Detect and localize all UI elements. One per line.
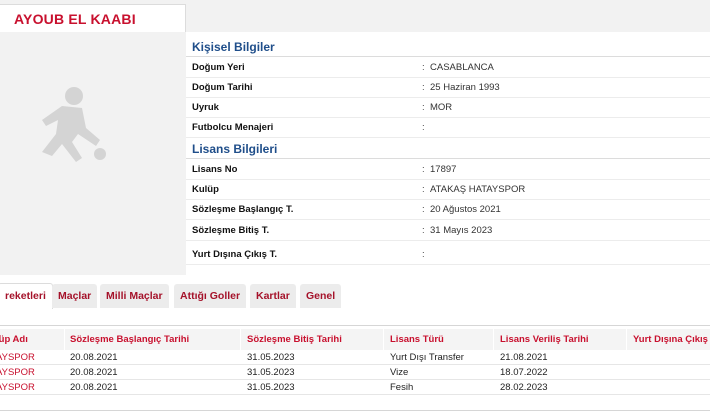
info-row-contract-end: Sözleşme Bitiş T. : 31 Mayıs 2023 — [186, 221, 710, 241]
info-row-nationality: Uyruk : MOR — [186, 98, 710, 118]
table-cell: AYSPOR — [0, 367, 35, 378]
info-value: 25 Haziran 1993 — [430, 82, 500, 93]
table-cell: 31.05.2023 — [247, 367, 295, 378]
table-cell: AYSPOR — [0, 382, 35, 393]
tab-goals[interactable]: Attığı Goller — [174, 284, 247, 308]
player-name: AYOUB EL KAABI — [14, 11, 136, 27]
divider — [186, 56, 710, 57]
info-row-contract-start: Sözleşme Başlangıç T. : 20 Ağustos 2021 — [186, 200, 710, 220]
info-colon: : — [422, 249, 425, 260]
table-cell: 20.08.2021 — [70, 382, 118, 393]
transfers-table: lüp Adı Sözleşme Başlangıç Tarihi Sözleş… — [0, 325, 710, 405]
info-label: Sözleşme Başlangıç T. — [192, 204, 294, 215]
divider — [186, 158, 710, 159]
player-info-panel: Kişisel Bilgiler Doğum Yeri : CASABLANCA… — [186, 32, 710, 275]
info-label: Uyruk — [192, 102, 219, 113]
info-colon: : — [422, 102, 425, 113]
tab-general[interactable]: Genel — [300, 284, 342, 308]
info-value: MOR — [430, 102, 453, 113]
tab-transfers[interactable]: reketleri — [0, 283, 53, 309]
column-header: lüp Adı — [0, 334, 28, 345]
info-value: CASABLANCA — [430, 62, 494, 73]
table-bottom-border — [0, 410, 710, 411]
info-label: Sözleşme Bitiş T. — [192, 225, 270, 236]
info-value: ATAKAŞ HATAYSPOR — [430, 184, 526, 195]
player-photo — [0, 32, 186, 275]
column-divider — [383, 329, 384, 350]
table-cell: 31.05.2023 — [247, 382, 295, 393]
column-divider — [64, 329, 65, 350]
table-cell: Fesih — [390, 382, 414, 393]
license-info-title: Lisans Bilgileri — [192, 142, 278, 156]
info-row-agent: Futbolcu Menajeri : — [186, 118, 710, 138]
info-colon: : — [422, 82, 425, 93]
table-cell: 20.08.2021 — [70, 352, 118, 363]
table-cell: 31.05.2023 — [247, 352, 295, 363]
column-divider — [240, 329, 241, 350]
info-row-birthplace: Doğum Yeri : CASABLANCA — [186, 58, 710, 78]
column-divider — [626, 329, 627, 350]
table-cell: 20.08.2021 — [70, 367, 118, 378]
info-row-license-no: Lisans No : 17897 — [186, 160, 710, 180]
table-header: lüp Adı Sözleşme Başlangıç Tarihi Sözleş… — [0, 329, 710, 350]
column-header: Lisans Veriliş Tarihi — [500, 334, 589, 345]
personal-info-title: Kişisel Bilgiler — [192, 40, 275, 54]
info-label: Yurt Dışına Çıkış T. — [192, 249, 277, 260]
table-cell: 28.02.2023 — [500, 382, 548, 393]
info-value: 31 Mayıs 2023 — [430, 225, 493, 236]
info-row-birthdate: Doğum Tarihi : 25 Haziran 1993 — [186, 78, 710, 98]
info-label: Lisans No — [192, 164, 238, 175]
table-cell: 21.08.2021 — [500, 352, 548, 363]
info-colon: : — [422, 62, 425, 73]
player-name-tab: AYOUB EL KAABI — [0, 4, 186, 32]
info-colon: : — [422, 122, 425, 133]
info-colon: : — [422, 225, 425, 236]
tab-bar: reketleri Maçlar Milli Maçlar Attığı Gol… — [0, 282, 710, 309]
table-cell: Vize — [390, 367, 409, 378]
table-cell: AYSPOR — [0, 352, 35, 363]
table-cell: 18.07.2022 — [500, 367, 548, 378]
column-header: Sözleşme Başlangıç Tarihi — [70, 334, 190, 345]
table-row[interactable]: AYSPOR 20.08.2021 31.05.2023 Fesih 28.02… — [0, 380, 710, 395]
tab-cards[interactable]: Kartlar — [250, 284, 296, 308]
info-row-abroad-exit: Yurt Dışına Çıkış T. : — [186, 245, 710, 265]
column-header: Yurt Dışına Çıkış Tarihi — [633, 334, 710, 345]
player-silhouette-icon — [42, 87, 106, 162]
table-row[interactable]: AYSPOR 20.08.2021 31.05.2023 Yurt Dışı T… — [0, 350, 710, 365]
info-label: Doğum Yeri — [192, 62, 245, 73]
info-label: Doğum Tarihi — [192, 82, 253, 93]
info-colon: : — [422, 204, 425, 215]
tab-national-matches[interactable]: Milli Maçlar — [100, 284, 169, 308]
info-value: 17897 — [430, 164, 457, 175]
info-label: Futbolcu Menajeri — [192, 122, 274, 133]
table-row[interactable]: AYSPOR 20.08.2021 31.05.2023 Vize 18.07.… — [0, 365, 710, 380]
column-header: Lisans Türü — [390, 334, 444, 345]
info-row-club: Kulüp : ATAKAŞ HATAYSPOR — [186, 180, 710, 200]
column-header: Sözleşme Bitiş Tarihi — [247, 334, 342, 345]
table-cell: Yurt Dışı Transfer — [390, 352, 464, 363]
column-divider — [493, 329, 494, 350]
info-label: Kulüp — [192, 184, 219, 195]
info-colon: : — [422, 184, 425, 195]
tab-matches[interactable]: Maçlar — [52, 284, 98, 308]
info-value: 20 Ağustos 2021 — [430, 204, 501, 215]
info-colon: : — [422, 164, 425, 175]
